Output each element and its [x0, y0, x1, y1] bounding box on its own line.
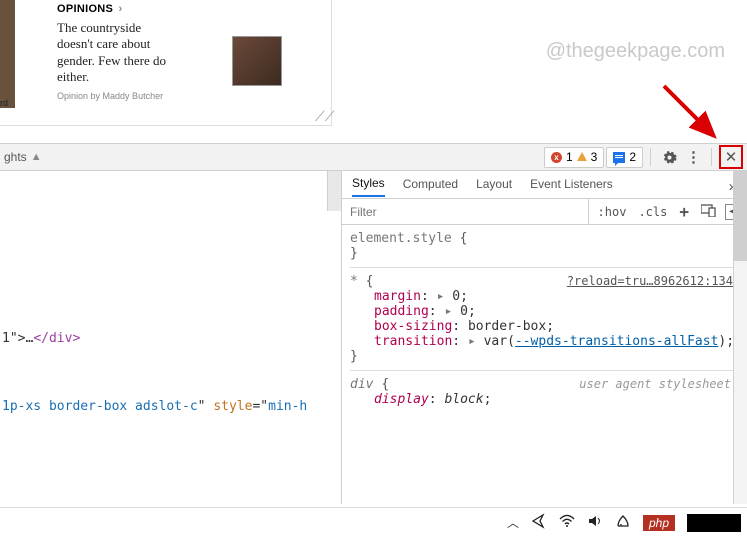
- rule-source-link[interactable]: ?reload=tru…8962612:134: [567, 274, 733, 288]
- styles-scrollbar[interactable]: [733, 171, 747, 504]
- opinions-header-text: OPINIONS: [57, 3, 113, 15]
- messages-badge[interactable]: 2: [606, 147, 643, 168]
- ua-stylesheet-label: user agent stylesheet: [579, 377, 731, 391]
- tab-layout[interactable]: Layout: [476, 177, 512, 196]
- error-count: 1: [566, 150, 573, 164]
- chevron-right-icon: ›: [119, 3, 123, 15]
- scrollbar-thumb[interactable]: [734, 171, 747, 261]
- opinions-block[interactable]: OPINIONS › The countryside doesn't care …: [57, 3, 167, 101]
- css-rule-star[interactable]: ?reload=tru…8962612:134 * { margin: ▸ 0;…: [350, 272, 739, 371]
- tab-computed[interactable]: Computed: [403, 177, 458, 196]
- new-rule-button[interactable]: +: [676, 202, 692, 221]
- highlight-arrow: [659, 78, 729, 148]
- page-strip: [0, 0, 15, 108]
- close-icon: ✕: [725, 148, 738, 166]
- devtools-toolbar: ghts ▲ x 1 3 2 ⋮ ✕: [0, 143, 747, 171]
- styles-panel: Styles Computed Layout Event Listeners »…: [342, 171, 747, 504]
- taskbar: ︿ php: [0, 507, 747, 537]
- css-rules-body[interactable]: element.style { } ?reload=tru…8962612:13…: [342, 225, 747, 504]
- message-icon: [613, 152, 625, 163]
- watermark: @thegeekpage.com: [546, 40, 725, 63]
- taskbar-redacted: [687, 514, 741, 532]
- opinions-thumbnail[interactable]: [232, 36, 282, 86]
- devtools-close-button[interactable]: ✕: [719, 145, 743, 169]
- tab-event-listeners[interactable]: Event Listeners: [530, 177, 613, 196]
- pin-icon[interactable]: ▲: [31, 151, 42, 163]
- error-icon: x: [551, 152, 562, 163]
- page-preview: rd OPINIONS › The countryside doesn't ca…: [0, 0, 332, 126]
- resize-handle-icon[interactable]: ⟋⟋: [315, 109, 329, 123]
- device-toolbar-icon[interactable]: [698, 204, 719, 220]
- message-count: 2: [629, 150, 636, 164]
- hov-toggle[interactable]: :hov: [595, 205, 630, 219]
- css-rule-div[interactable]: user agent stylesheet div { display: blo…: [350, 375, 739, 413]
- divider: [711, 148, 712, 166]
- cls-toggle[interactable]: .cls: [635, 205, 670, 219]
- opinions-header[interactable]: OPINIONS ›: [57, 3, 167, 15]
- gear-icon: [662, 150, 677, 165]
- more-button[interactable]: ⋮: [682, 146, 704, 168]
- tab-styles[interactable]: Styles: [352, 176, 385, 197]
- wifi-icon[interactable]: [559, 513, 575, 532]
- css-rule-element-style[interactable]: element.style { }: [350, 229, 739, 268]
- opinions-byline: Opinion by Maddy Butcher: [57, 91, 167, 101]
- toolbar-tab-fragment[interactable]: ghts: [4, 150, 27, 164]
- divider: [650, 148, 651, 166]
- php-badge[interactable]: php: [643, 515, 675, 531]
- volume-icon[interactable]: [587, 513, 603, 532]
- page-strip-label: rd: [0, 98, 8, 108]
- scrollbar-thumb[interactable]: [327, 171, 341, 211]
- ink-icon[interactable]: [615, 513, 631, 532]
- warning-count: 3: [591, 150, 598, 164]
- settings-button[interactable]: [658, 146, 680, 168]
- issues-badge[interactable]: x 1 3: [544, 147, 604, 168]
- more-vert-icon: ⋮: [686, 148, 700, 166]
- dom-node-line[interactable]: 1p-xs border-box adslot-c" style="min-h: [2, 399, 307, 414]
- tray-expand-icon[interactable]: ︿: [507, 514, 519, 531]
- opinions-article-title[interactable]: The countryside doesn't care about gende…: [57, 20, 167, 85]
- dom-node-line[interactable]: 1">…</div>: [2, 331, 80, 346]
- styles-filter-row: :hov .cls + ◀: [342, 199, 747, 225]
- elements-panel[interactable]: 1">…</div> 1p-xs border-box adslot-c" st…: [0, 171, 342, 504]
- styles-filter-input[interactable]: [342, 199, 589, 224]
- styles-tabs: Styles Computed Layout Event Listeners »: [342, 171, 747, 199]
- location-icon[interactable]: [531, 513, 547, 532]
- warning-icon: [577, 152, 587, 161]
